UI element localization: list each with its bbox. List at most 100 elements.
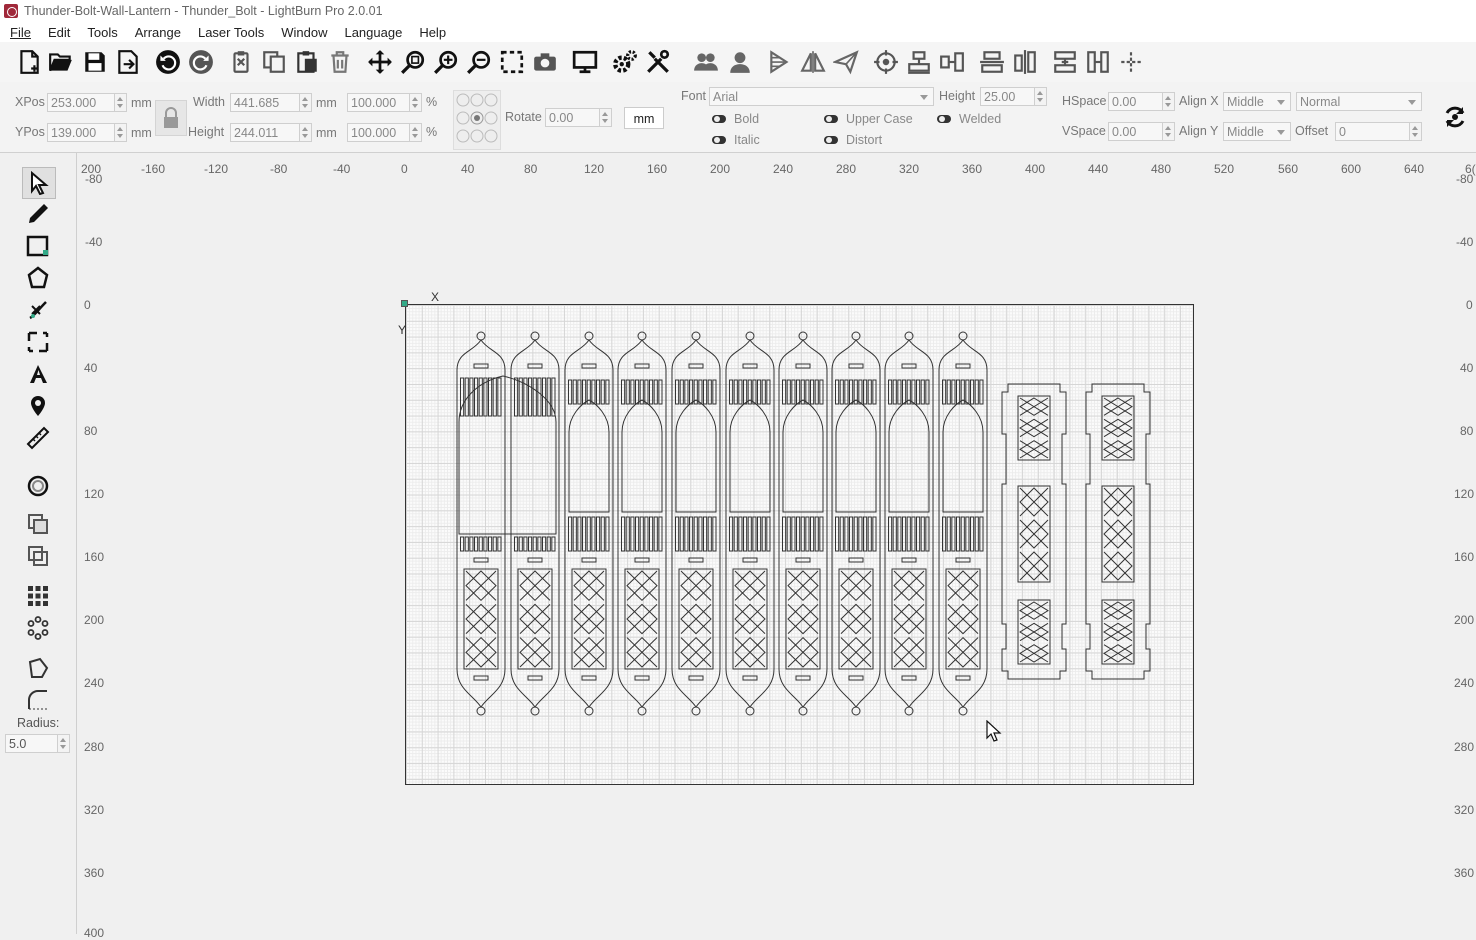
units-toggle-button[interactable]: mm [624,107,664,129]
menu-window[interactable]: Window [271,25,334,40]
menu-arrange[interactable]: Arrange [125,25,188,40]
zoom-in-icon[interactable] [432,48,460,76]
menu-help[interactable]: Help [409,25,453,40]
grid-array-icon[interactable] [22,581,54,611]
scale-width-input[interactable]: 100.000 [347,93,410,112]
rotate-input[interactable]: 0.00 [545,108,600,127]
font-select[interactable]: Arial [709,87,934,106]
move-lines-icon[interactable] [1117,48,1145,76]
offset-icon[interactable] [22,471,54,501]
hspace-spinner[interactable] [1163,92,1175,111]
corner-radius-icon[interactable] [22,685,54,715]
menu-laser-tools[interactable]: Laser Tools [188,25,271,40]
ruler-y-label: 400 [84,926,105,940]
text-height-input[interactable]: 25.00 [980,87,1035,106]
hspace-input[interactable]: 0.00 [1108,92,1163,111]
measure-icon[interactable] [22,423,54,453]
polygon-icon[interactable] [22,263,54,293]
ungroup-icon[interactable] [726,48,754,76]
menu-language[interactable]: Language [334,25,409,40]
xpos-spinner[interactable] [115,93,127,112]
width-spinner[interactable] [300,93,312,112]
xpos-input[interactable]: 253.000 [47,93,115,112]
cut-icon[interactable] [227,48,255,76]
offset-spinner[interactable] [1410,122,1422,141]
camera-icon[interactable] [531,48,559,76]
ruler-y-label: 360 [1454,866,1475,880]
new-file-icon[interactable] [15,48,43,76]
open-folder-icon[interactable] [47,48,75,76]
redo-icon[interactable] [187,48,215,76]
text-mode-select[interactable]: Normal [1296,92,1422,111]
align-center-icon[interactable] [1011,48,1039,76]
align-y-select[interactable]: Middle [1223,122,1291,141]
delete-icon[interactable] [326,48,354,76]
resize-icon[interactable] [1084,48,1112,76]
settings-gears-icon[interactable] [611,48,639,76]
save-icon[interactable] [81,48,109,76]
zoom-out-icon[interactable] [465,48,493,76]
radius-input[interactable]: 5.0 [5,734,58,753]
group-icon[interactable] [692,48,720,76]
rectangle-icon[interactable] [22,231,54,261]
copy-along-path-icon[interactable] [22,509,54,539]
offset-input[interactable]: 0 [1335,122,1410,141]
distort-toggle[interactable]: Distort [824,133,882,147]
target-icon[interactable] [872,48,900,76]
vspace-spinner[interactable] [1163,122,1175,141]
work-area[interactable] [405,304,1194,785]
send-icon[interactable] [832,48,860,76]
circular-array-icon[interactable] [22,613,54,643]
text-height-spinner[interactable] [1035,87,1047,106]
lantern-design-shapes[interactable] [405,304,1194,785]
select-icon[interactable] [22,167,56,199]
undo-icon[interactable] [154,48,182,76]
height-spinner[interactable] [300,123,312,142]
edit-nodes-icon[interactable] [22,295,54,325]
width-input[interactable]: 441.685 [230,93,300,112]
boolean-icon[interactable] [22,541,54,571]
window-title: Thunder-Bolt-Wall-Lantern - Thunder_Bolt… [24,4,383,18]
ypos-input[interactable]: 139.000 [47,123,115,142]
menu-tools[interactable]: Tools [77,25,124,40]
move-icon[interactable] [366,48,394,76]
welded-toggle[interactable]: Welded [937,112,1001,126]
upper-case-toggle[interactable]: Upper Case [824,112,913,126]
mirror-horizontal-icon[interactable] [766,48,794,76]
italic-toggle[interactable]: Italic [712,133,760,147]
ruler-x-label: 320 [899,162,920,176]
menu-file[interactable]: File [0,25,38,40]
text-icon[interactable] [22,359,54,389]
paste-icon[interactable] [293,48,321,76]
bold-toggle[interactable]: Bold [712,112,759,126]
vspace-input[interactable]: 0.00 [1108,122,1163,141]
ruler-x-label: 440 [1088,162,1109,176]
tools-icon[interactable] [644,48,672,76]
height-input[interactable]: 244.011 [230,123,300,142]
mirror-vertical-icon[interactable] [799,48,827,76]
align-top-icon[interactable] [905,48,933,76]
distribute-icon[interactable] [978,48,1006,76]
menu-edit[interactable]: Edit [38,25,77,40]
radius-spinner[interactable] [58,734,70,753]
monitor-icon[interactable] [571,48,599,76]
position-marker-icon[interactable] [22,391,54,421]
zoom-fit-icon[interactable] [399,48,427,76]
ypos-spinner[interactable] [115,123,127,142]
draw-line-icon[interactable] [22,199,54,229]
flip-icon[interactable] [1051,48,1079,76]
scale-height-spinner[interactable] [410,123,422,142]
trim-icon[interactable] [22,327,54,357]
reset-button[interactable] [1442,104,1468,130]
tab-icon[interactable] [22,653,54,683]
origin-selector[interactable] [453,90,501,150]
rotate-spinner[interactable] [600,108,612,127]
import-icon[interactable] [114,48,142,76]
scale-height-input[interactable]: 100.000 [347,123,410,142]
select-frame-icon[interactable] [498,48,526,76]
align-middle-icon[interactable] [938,48,966,76]
scale-width-spinner[interactable] [410,93,422,112]
align-x-select[interactable]: Middle [1223,92,1291,111]
lock-ratio-button[interactable] [155,100,187,136]
copy-icon[interactable] [260,48,288,76]
